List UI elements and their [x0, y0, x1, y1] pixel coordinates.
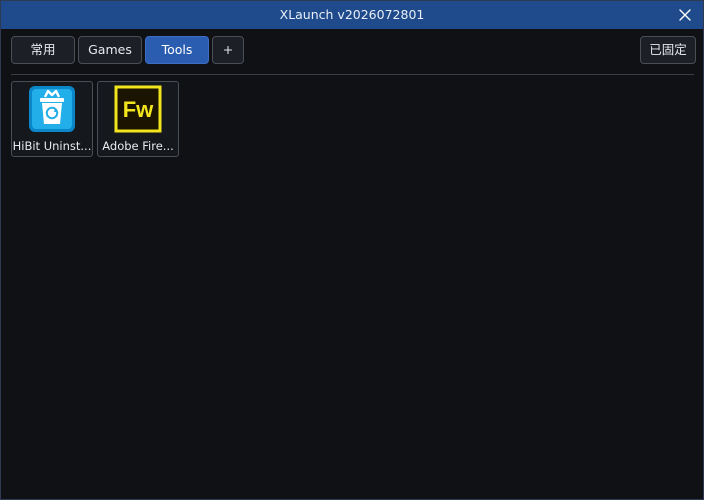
tab-games[interactable]: Games	[78, 36, 142, 64]
hibit-uninstaller-icon	[28, 85, 76, 133]
app-label: Adobe Fire...	[102, 139, 174, 153]
fw-logo-text: Fw	[123, 97, 154, 122]
pinned-toggle-button[interactable]: 已固定	[640, 36, 696, 64]
adobe-fireworks-icon: Fw	[114, 85, 162, 133]
add-tab-button[interactable]: +	[212, 36, 244, 64]
close-button[interactable]	[675, 5, 695, 25]
app-label: HiBit Uninst...	[12, 139, 92, 153]
title-bar[interactable]: XLaunch v2026072801	[1, 1, 703, 29]
tab-tools[interactable]: Tools	[145, 36, 209, 64]
close-icon	[679, 9, 691, 21]
app-tile-hibit-uninstaller[interactable]: HiBit Uninst...	[11, 81, 93, 157]
window-title: XLaunch v2026072801	[279, 7, 425, 22]
divider	[11, 74, 694, 75]
app-window: XLaunch v2026072801 常用 Games Tools + 已固定	[0, 0, 704, 500]
app-tile-adobe-fireworks[interactable]: Fw Adobe Fire...	[97, 81, 179, 157]
tab-common[interactable]: 常用	[11, 36, 75, 64]
tab-bar: 常用 Games Tools + 已固定	[1, 36, 703, 66]
